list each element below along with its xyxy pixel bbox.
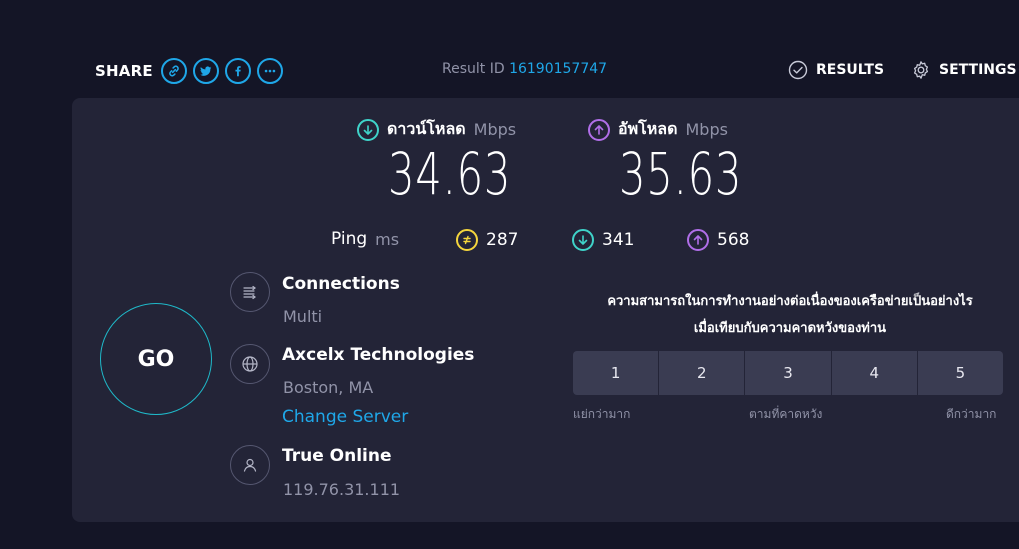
- result-id-link[interactable]: 16190157747: [509, 61, 607, 77]
- idle-latency-icon: [456, 229, 478, 251]
- rating-option-5[interactable]: 5: [917, 351, 1003, 395]
- connections-icon[interactable]: [230, 272, 270, 312]
- twitter-icon[interactable]: [192, 58, 219, 84]
- ping-label: Ping: [331, 229, 368, 249]
- download-arrow-icon: [357, 118, 379, 141]
- download-label: ดาวน์โหลด: [387, 119, 466, 138]
- survey-question-line2: เมื่อเทียบกับความคาดหวังของท่าน: [693, 321, 887, 336]
- result-id: Result ID 16190157747: [442, 61, 607, 77]
- ping-idle: 287: [456, 229, 518, 251]
- ping-upload: 568: [687, 229, 749, 251]
- ping-upload-value: 568: [717, 230, 750, 250]
- upload-speed-value: 35.63: [619, 140, 743, 208]
- user-icon: [230, 445, 270, 485]
- download-latency-icon: [572, 229, 594, 251]
- isp-name: True Online: [282, 446, 392, 466]
- facebook-icon[interactable]: [224, 58, 251, 84]
- download-header: ดาวน์โหลด Mbps: [357, 117, 516, 142]
- rating-option-4[interactable]: 4: [831, 351, 918, 395]
- download-unit: Mbps: [473, 120, 517, 139]
- change-server-link[interactable]: Change Server: [282, 407, 408, 427]
- connections-value: Multi: [283, 307, 323, 326]
- server-name: Axcelx Technologies: [282, 345, 475, 365]
- gear-icon: [913, 61, 929, 79]
- server-location: Boston, MA: [283, 378, 374, 397]
- survey-question-line1: ความสามารถในการทำงานอย่างต่อเนื่องของเคร…: [607, 294, 973, 309]
- download-speed-value: 34.63: [388, 140, 512, 208]
- globe-icon: [230, 344, 270, 384]
- rating-option-2[interactable]: 2: [659, 351, 746, 395]
- share-bar: SHARE: [95, 58, 283, 84]
- results-button[interactable]: RESULTS: [788, 60, 884, 80]
- share-label: SHARE: [95, 62, 153, 80]
- result-id-label: Result ID: [442, 61, 505, 77]
- upload-label: อัพโหลด: [618, 119, 678, 138]
- link-icon[interactable]: [160, 58, 187, 84]
- settings-button[interactable]: SETTINGS: [911, 60, 1017, 80]
- rating-scale: 1 2 3 4 5: [573, 351, 1003, 395]
- upload-unit: Mbps: [685, 120, 728, 139]
- rating-high-label: ดีกว่ามาก: [946, 407, 997, 421]
- upload-latency-icon: [687, 229, 709, 251]
- results-label: RESULTS: [816, 62, 885, 78]
- go-button[interactable]: GO: [100, 303, 212, 415]
- ping-unit: ms: [375, 229, 400, 249]
- connections-title: Connections: [282, 274, 400, 294]
- upload-header: อัพโหลด Mbps: [588, 117, 728, 142]
- ping-download: 341: [572, 229, 634, 251]
- rating-option-3[interactable]: 3: [745, 351, 832, 395]
- rating-mid-label: ตามที่คาดหวัง: [749, 407, 823, 421]
- survey-question: ความสามารถในการทำงานอย่างต่อเนื่องของเคร…: [570, 288, 1010, 342]
- upload-arrow-icon: [588, 118, 610, 141]
- ping-download-value: 341: [602, 230, 635, 250]
- isp-ip: 119.76.31.111: [283, 480, 401, 499]
- more-icon[interactable]: [256, 58, 283, 84]
- settings-label: SETTINGS: [939, 62, 1017, 78]
- ping-idle-value: 287: [486, 230, 519, 250]
- ping-label-group: Ping ms: [331, 229, 399, 249]
- rating-option-1[interactable]: 1: [573, 351, 660, 395]
- check-circle-icon: [788, 60, 808, 80]
- rating-low-label: แย่กว่ามาก: [573, 407, 631, 421]
